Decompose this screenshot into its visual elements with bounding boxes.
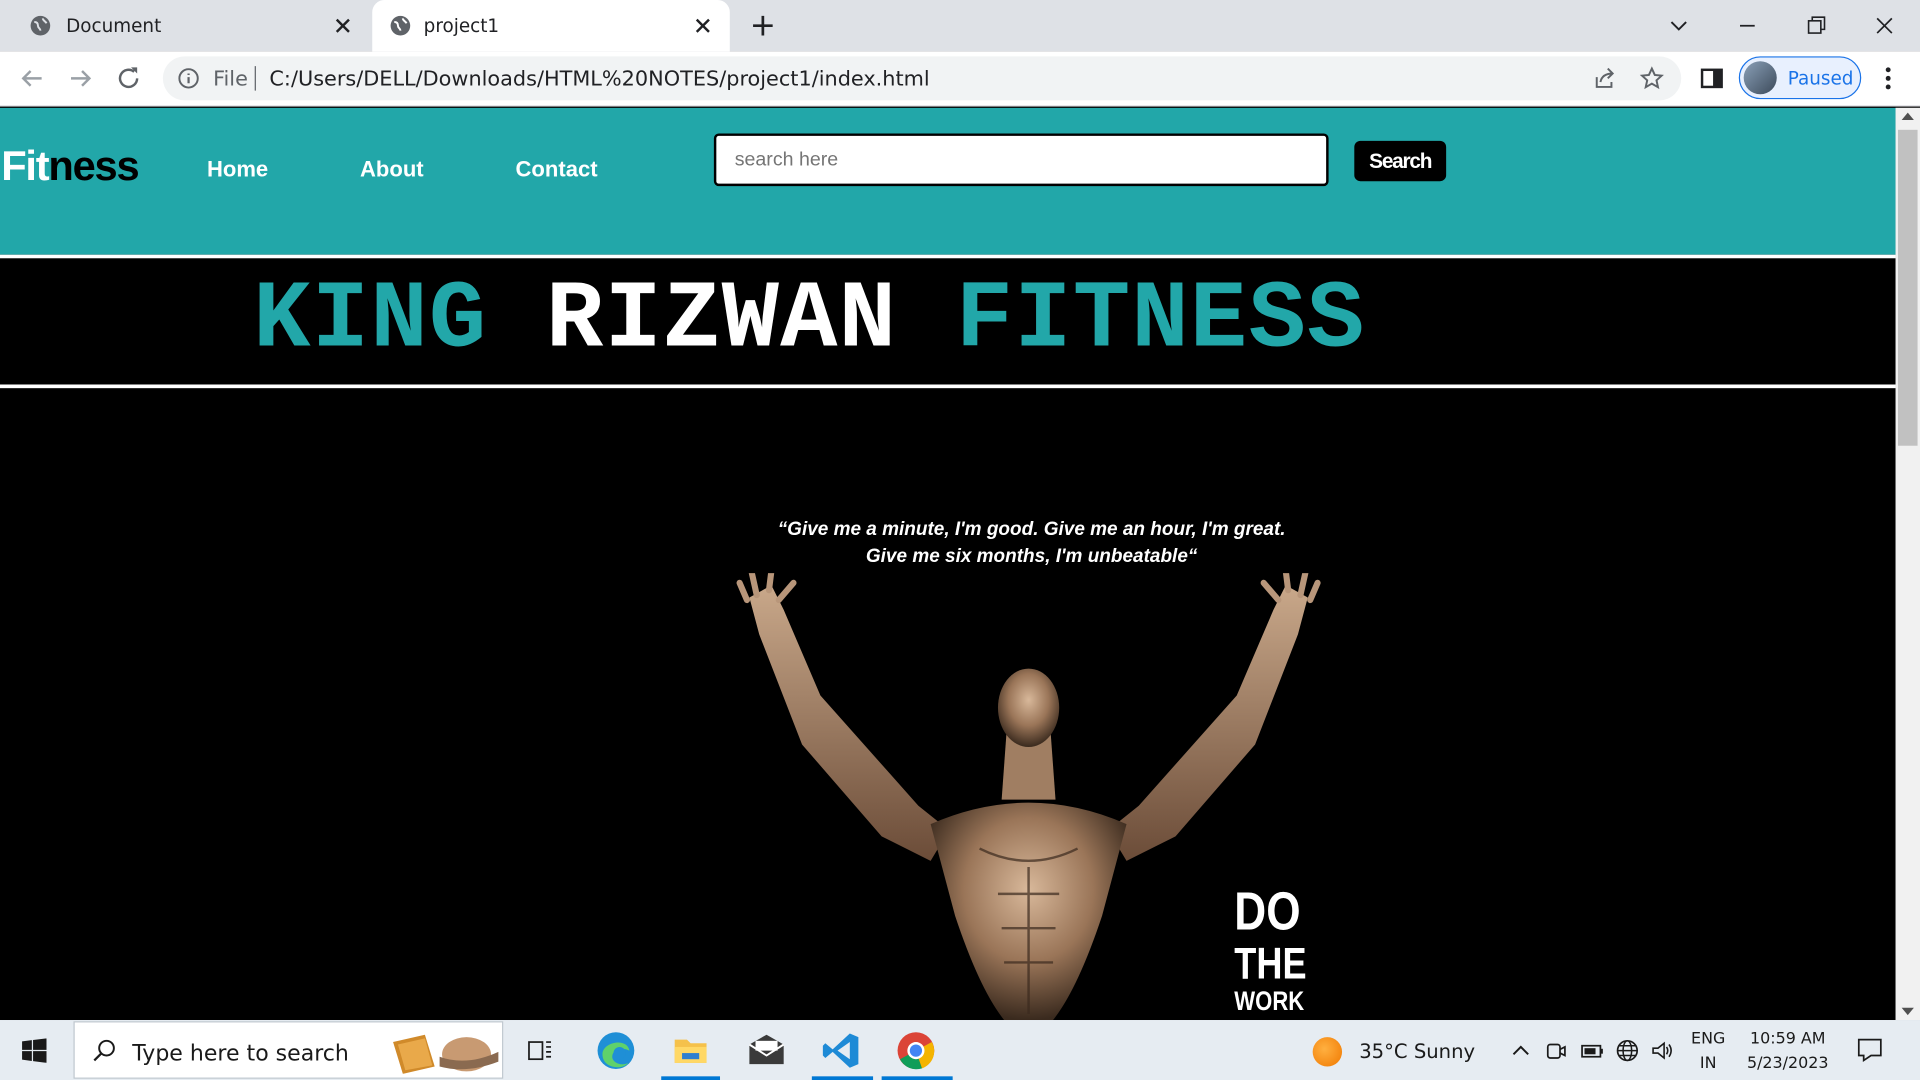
nav-home-link[interactable]: Home <box>207 157 268 183</box>
clock-date: 5/23/2023 <box>1746 1054 1829 1073</box>
search-input[interactable] <box>713 133 1329 187</box>
separator <box>254 66 256 91</box>
slogan: DO THE WORK <box>1234 881 1307 1017</box>
logo-part-2: ness <box>48 143 139 190</box>
forward-icon[interactable] <box>66 64 95 93</box>
battery-icon[interactable] <box>1580 1038 1604 1062</box>
task-view-icon[interactable] <box>519 1030 561 1072</box>
tab-strip: Document project1 <box>0 0 1920 52</box>
close-window-icon[interactable] <box>1869 10 1901 42</box>
active-app-indicator <box>661 1076 721 1080</box>
search-icon <box>93 1039 115 1062</box>
side-panel-icon[interactable] <box>1700 66 1724 90</box>
nav-about-link[interactable]: About <box>360 157 424 183</box>
hero-quote: “Give me a minute, I'm good. Give me an … <box>777 519 1286 567</box>
volume-icon[interactable] <box>1651 1038 1675 1062</box>
chrome-icon[interactable] <box>895 1030 937 1072</box>
scroll-thumb[interactable] <box>1897 129 1918 446</box>
avatar <box>1743 61 1777 95</box>
brand-word-fitness: FITNESS <box>955 266 1366 375</box>
tab-search-icon[interactable] <box>1663 10 1695 42</box>
active-app-indicator <box>811 1076 874 1080</box>
page-scrollbar[interactable] <box>1895 107 1920 1021</box>
more-menu-icon[interactable] <box>1876 64 1900 93</box>
globe-icon <box>30 15 51 36</box>
bookmark-star-icon[interactable] <box>1639 66 1664 90</box>
scroll-down-arrow-icon[interactable] <box>1901 1007 1914 1016</box>
windows-start-icon[interactable] <box>22 1038 47 1063</box>
slogan-line-2: THE <box>1234 937 1307 989</box>
taskbar-search-placeholder: Type here to search <box>132 1040 349 1067</box>
new-tab-icon[interactable] <box>749 12 776 39</box>
site-logo[interactable]: Fitness <box>1 143 139 191</box>
site-navbar: Fitness Home About Contact Search <box>0 107 1896 255</box>
taskbar-clock[interactable]: 10:59 AM 5/23/2023 <box>1742 1027 1833 1076</box>
edge-icon[interactable] <box>595 1030 637 1072</box>
share-icon[interactable] <box>1593 66 1617 90</box>
restore-icon[interactable] <box>1800 10 1832 42</box>
hero-image: “Give me a minute, I'm good. Give me an … <box>735 475 1323 1021</box>
network-globe-icon[interactable] <box>1615 1038 1639 1062</box>
clock-time: 10:59 AM <box>1749 1029 1826 1049</box>
language-indicator[interactable]: ENG IN <box>1691 1027 1725 1076</box>
profile-label: Paused <box>1787 67 1854 90</box>
tab-document[interactable]: Document <box>0 0 370 51</box>
minimize-icon[interactable] <box>1731 10 1763 42</box>
scheme-label: File <box>213 67 248 92</box>
language-line-2: IN <box>1699 1054 1717 1073</box>
divider <box>0 384 1896 389</box>
weather-sun-icon[interactable] <box>1312 1037 1343 1067</box>
scroll-up-arrow-icon[interactable] <box>1901 112 1914 121</box>
tab-project1[interactable]: project1 <box>372 0 730 52</box>
back-icon[interactable] <box>17 64 46 93</box>
slogan-line-1: DO <box>1234 881 1301 942</box>
slogan-line-3: WORK <box>1234 985 1305 1017</box>
logo-part-1: Fit <box>1 143 49 190</box>
tab-title: Document <box>66 14 162 37</box>
close-tab-icon[interactable] <box>331 13 355 37</box>
meet-now-icon[interactable] <box>1544 1038 1568 1062</box>
brand-banner: KING RIZWAN FITNESS <box>0 258 1896 385</box>
profile-button[interactable]: Paused <box>1738 56 1862 100</box>
tab-title: project1 <box>423 14 500 37</box>
brand-word-king: KING <box>253 266 488 375</box>
search-button[interactable]: Search <box>1354 140 1447 182</box>
address-bar[interactable]: File C:/Users/DELL/Downloads/HTML%20NOTE… <box>162 56 1682 101</box>
site-info-icon[interactable] <box>178 67 200 89</box>
reload-icon[interactable] <box>114 64 143 93</box>
browser-toolbar: File C:/Users/DELL/Downloads/HTML%20NOTE… <box>0 51 1920 107</box>
chevron-up-icon[interactable] <box>1509 1038 1533 1062</box>
brand-heading: KING RIZWAN FITNESS <box>0 258 1896 384</box>
notification-icon[interactable] <box>1856 1036 1883 1063</box>
file-explorer-icon[interactable] <box>670 1030 712 1072</box>
weather-text[interactable]: 35°C Sunny <box>1359 1040 1475 1063</box>
screen: Document project1 File C:/Users/DELL/Dow… <box>0 0 1920 1080</box>
taskbar-search-box[interactable]: Type here to search <box>73 1021 504 1079</box>
taskbar: Type here to search 35°C Sunny ENG IN 10… <box>0 1020 1920 1080</box>
brand-word-rizwan: RIZWAN <box>545 266 898 375</box>
search-highlight-icon <box>393 1034 499 1074</box>
mail-icon[interactable] <box>746 1030 788 1072</box>
nav-contact-link[interactable]: Contact <box>516 157 598 183</box>
vscode-icon[interactable] <box>820 1030 862 1072</box>
close-tab-icon[interactable] <box>691 13 715 37</box>
active-app-indicator <box>881 1076 953 1080</box>
page-viewport: Fitness Home About Contact Search KING R… <box>0 107 1896 1021</box>
globe-icon <box>390 15 411 36</box>
url-text[interactable]: C:/Users/DELL/Downloads/HTML%20NOTES/pro… <box>269 67 929 91</box>
language-line-1: ENG <box>1691 1029 1726 1049</box>
